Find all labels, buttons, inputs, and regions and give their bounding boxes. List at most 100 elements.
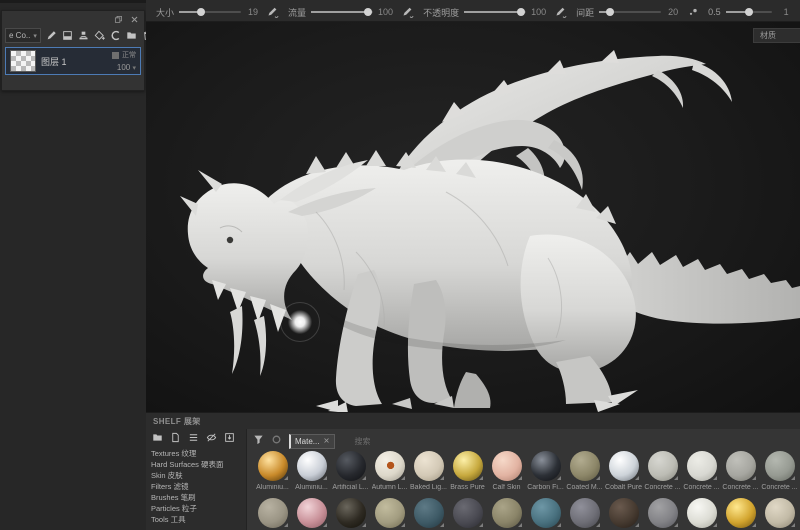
material-tile[interactable] <box>409 498 448 528</box>
material-sphere-preview[interactable] <box>530 498 561 528</box>
material-tile[interactable]: Concrete ... <box>721 451 760 491</box>
slider-track[interactable] <box>725 8 772 16</box>
material-sphere-preview[interactable] <box>647 498 678 528</box>
material-sphere-preview[interactable] <box>491 498 522 528</box>
material-tile[interactable]: Aluminiu... <box>253 451 292 491</box>
material-tile[interactable] <box>682 498 721 528</box>
layer-blend-mode[interactable]: 正常 <box>112 50 136 60</box>
material-tile[interactable]: Concrete ... <box>760 451 799 491</box>
material-sphere-preview[interactable] <box>413 498 444 528</box>
material-sphere-preview[interactable] <box>530 451 561 481</box>
material-tile[interactable] <box>565 498 604 528</box>
material-sphere-preview[interactable] <box>257 498 288 528</box>
fill-layer-icon[interactable] <box>62 30 73 41</box>
slider-handle[interactable] <box>364 8 373 16</box>
channel-dropdown[interactable]: e Co.. ▾ <box>5 28 41 43</box>
material-sphere-preview[interactable] <box>764 451 795 481</box>
tab-material-panel[interactable]: 材质 <box>753 28 800 43</box>
bucket-add-icon[interactable] <box>94 30 105 41</box>
slider-track[interactable] <box>464 8 527 16</box>
stamp-icon[interactable] <box>78 30 89 41</box>
material-sphere-preview[interactable] <box>725 451 756 481</box>
pen-pressure-icon[interactable] <box>555 6 567 18</box>
material-tile[interactable] <box>604 498 643 528</box>
filter-chip[interactable]: Mate... <box>289 433 336 449</box>
category-brushes[interactable]: Brushes 笔刷 <box>151 492 246 503</box>
material-sphere-preview[interactable] <box>608 498 639 528</box>
material-tile[interactable]: Autumn L... <box>370 451 409 491</box>
material-tile[interactable] <box>292 498 331 528</box>
material-sphere-preview[interactable] <box>569 451 600 481</box>
slider-handle[interactable] <box>517 8 526 16</box>
material-sphere-preview[interactable] <box>491 451 522 481</box>
category-skin[interactable]: Skin 皮肤 <box>151 470 246 481</box>
material-sphere-preview[interactable] <box>296 498 327 528</box>
pen-pressure-icon[interactable] <box>267 6 279 18</box>
close-icon[interactable] <box>323 437 330 444</box>
material-tile[interactable]: Cobalt Pure <box>604 451 643 491</box>
material-sphere-preview[interactable] <box>257 451 288 481</box>
layer-name[interactable]: 图层 1 <box>41 55 107 68</box>
material-tile[interactable]: Baked Lig... <box>409 451 448 491</box>
material-sphere-preview[interactable] <box>569 498 600 528</box>
material-tile[interactable]: Brass Pure <box>448 451 487 491</box>
layer-thumbnail[interactable] <box>10 50 36 72</box>
material-sphere-preview[interactable] <box>374 451 405 481</box>
float-window-icon[interactable] <box>114 15 123 24</box>
category-particles[interactable]: Particles 粒子 <box>151 503 246 514</box>
material-tile[interactable] <box>370 498 409 528</box>
material-sphere-preview[interactable] <box>725 498 756 528</box>
material-sphere-preview[interactable] <box>374 498 405 528</box>
dots-icon[interactable] <box>687 6 699 18</box>
slider-handle[interactable] <box>744 8 753 16</box>
material-sphere-preview[interactable] <box>413 451 444 481</box>
close-icon[interactable] <box>130 15 139 24</box>
material-tile[interactable] <box>253 498 292 528</box>
material-sphere-preview[interactable] <box>335 498 366 528</box>
category-tools[interactable]: Tools 工具 <box>151 514 246 525</box>
funnel-icon[interactable] <box>253 434 264 445</box>
material-sphere-preview[interactable] <box>452 498 483 528</box>
import-icon[interactable] <box>224 432 235 443</box>
material-sphere-preview[interactable] <box>764 498 795 528</box>
material-tile[interactable] <box>721 498 760 528</box>
material-tile[interactable] <box>760 498 799 528</box>
material-tile[interactable] <box>526 498 565 528</box>
slider-track[interactable] <box>311 8 374 16</box>
material-tile[interactable]: Aluminiu... <box>292 451 331 491</box>
material-tile[interactable]: Calf Skin <box>487 451 526 491</box>
material-tile[interactable] <box>487 498 526 528</box>
material-tile[interactable]: Coated M... <box>565 451 604 491</box>
folder-icon[interactable] <box>152 432 163 443</box>
file-icon[interactable] <box>170 432 181 443</box>
layer-row[interactable]: 图层 1 正常 100 ▾ <box>5 47 141 75</box>
material-sphere-preview[interactable] <box>452 451 483 481</box>
smudge-icon[interactable] <box>110 30 121 41</box>
category-hard-surfaces[interactable]: Hard Surfaces 硬表面 <box>151 459 246 470</box>
viewport-3d[interactable]: 材质 <box>146 22 800 412</box>
material-tile[interactable]: Concrete ... <box>643 451 682 491</box>
material-sphere-preview[interactable] <box>335 451 366 481</box>
material-tile[interactable]: Concrete ... <box>682 451 721 491</box>
material-tile[interactable] <box>448 498 487 528</box>
list-icon[interactable] <box>188 432 199 443</box>
slider-handle[interactable] <box>196 8 205 16</box>
material-sphere-preview[interactable] <box>686 498 717 528</box>
category-textures[interactable]: Textures 纹理 <box>151 448 246 459</box>
pen-pressure-icon[interactable] <box>402 6 414 18</box>
material-sphere-preview[interactable] <box>296 451 327 481</box>
ring-icon[interactable] <box>271 434 282 445</box>
material-sphere-preview[interactable] <box>647 451 678 481</box>
category-filters[interactable]: Filters 滤镜 <box>151 481 246 492</box>
slider-track[interactable] <box>599 8 662 16</box>
material-sphere-preview[interactable] <box>608 451 639 481</box>
material-tile[interactable]: Artificial L... <box>331 451 370 491</box>
material-tile[interactable] <box>331 498 370 528</box>
search-placeholder[interactable]: 搜索 <box>354 436 370 447</box>
brush-icon[interactable] <box>46 30 57 41</box>
slider-handle[interactable] <box>606 8 615 16</box>
material-tile[interactable] <box>643 498 682 528</box>
slider-track[interactable] <box>179 8 242 16</box>
material-sphere-preview[interactable] <box>686 451 717 481</box>
eye-off-icon[interactable] <box>206 432 217 443</box>
